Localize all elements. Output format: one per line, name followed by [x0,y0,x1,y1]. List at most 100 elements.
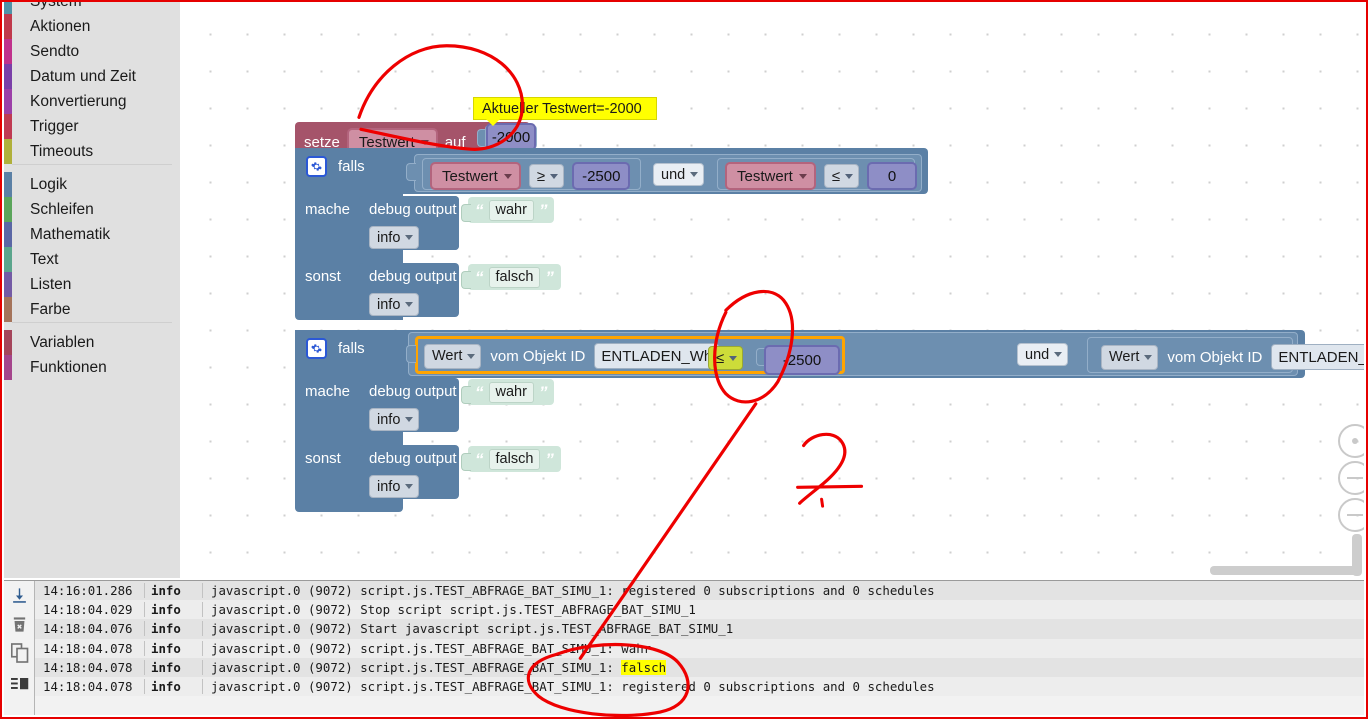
text-block-1-else[interactable]: “ falsch ” [468,264,561,290]
logic-operator-dropdown-1[interactable]: und [653,163,705,186]
toolbox-item-mathematik[interactable]: Mathematik [4,222,180,247]
operator-symbol: ≥ [536,167,546,185]
workspace-scrollbar-horizontal[interactable] [1210,566,1360,575]
copy-icon[interactable] [10,643,29,663]
debug-output-label-2-do: debug output [369,383,457,400]
text-block-2-do[interactable]: “ wahr ” [468,379,555,405]
toolbox-item-funktionen[interactable]: Funktionen [4,355,180,380]
quote-close-icon: ” [545,449,554,469]
object-id-field-left[interactable]: ENTLADEN_Wh [594,343,720,369]
severity-dropdown-2-do[interactable]: info [369,408,420,431]
blockly-toolbox[interactable]: System Aktionen Sendto Datum und Zeit Konver… [4,2,180,578]
getter-dropdown-left-2[interactable]: Wert [424,343,482,369]
chevron-down-icon [729,355,738,361]
toolbox-item-listen[interactable]: Listen [4,272,180,297]
chevron-down-icon [690,172,699,177]
compare-block-1-right[interactable]: Testwert ≤ 0 [717,158,918,190]
log-entry-row[interactable]: 14:18:04.029 info javascript.0 (9072) Stop… [35,600,1364,620]
toolbox-item-sendto[interactable]: Sendto [4,39,180,64]
operator-dropdown-left-2[interactable]: ≤ [708,346,744,370]
number-block-left[interactable]: -2500 [572,162,631,190]
falls-label-2: falls [338,340,365,357]
chevron-down-icon [405,302,414,307]
toolbox-category-color-swatch [4,64,12,89]
getter-label: Wert [1109,349,1140,365]
toolbox-item-system[interactable]: System [4,2,180,14]
compare-block-2-left[interactable]: Wert vom Objekt ID ENTLADEN_Wh ≤ -2500 [415,336,845,375]
logic-operator-dropdown-2[interactable]: und [1017,343,1069,366]
getter-dropdown-right-2[interactable]: Wert [1101,344,1159,370]
chevron-down-icon [845,173,854,179]
logic-operator-label: und [661,166,686,183]
text-block-1-do[interactable]: “ wahr ” [468,197,555,223]
log-entry-row[interactable]: 14:18:04.076 info javascript.0 (9072) Star… [35,619,1364,639]
toolbox-category-color-swatch [4,2,12,14]
number-block-right[interactable]: 0 [867,162,918,190]
block-comment-text: Aktueller Testwert=-2000 [482,100,642,117]
toolbox-item-farbe[interactable]: Farbe [4,297,180,322]
block-comment-bubble: Aktueller Testwert=-2000 [473,97,657,126]
log-entry-row[interactable]: 14:18:04.078 info javascript.0 (9072) scri… [35,676,1364,697]
list-view-icon[interactable] [11,676,29,693]
download-glyph [13,588,26,603]
toolbox-item-label: Sendto [30,42,80,60]
number-block-left-2[interactable]: -2500 [764,345,840,375]
text-value[interactable]: falsch [488,448,541,470]
toolbox-item-label: System [30,2,82,11]
compare-block-1-left[interactable]: Testwert ≥ -2500 [422,158,641,190]
toolbox-category-color-swatch [4,139,12,164]
toolbox-item-trigger[interactable]: Trigger [4,114,180,139]
toolbox-category-color-swatch [4,272,12,297]
severity-dropdown-1-do[interactable]: info [369,226,420,249]
toolbox-item-variablen[interactable]: Variablen [4,330,180,355]
chevron-down-icon [550,173,559,179]
toolbox-category-color-swatch [4,247,12,272]
zoom-in-button[interactable] [1338,461,1364,495]
severity-dropdown-2-else[interactable]: info [369,475,420,498]
logic-and-block-2[interactable]: Wert vom Objekt ID ENTLADEN_Wh ≤ -2500 u… [408,332,1364,376]
toolbox-item-aktionen[interactable]: Aktionen [4,14,180,39]
gear-icon[interactable] [306,156,327,177]
log-message: javascript.0 (9072) script.js.TEST_ABFRA… [211,659,667,675]
download-icon[interactable] [11,587,28,604]
toolbox-item-timeouts[interactable]: Timeouts [4,139,180,164]
number-block-value[interactable]: -2000 [486,123,536,151]
zoom-out-button[interactable] [1338,498,1364,532]
log-entry-row[interactable]: 14:18:04.078 info javascript.0 (9072) scri… [35,657,1364,677]
quote-open-icon: “ [475,200,484,220]
text-block-2-else[interactable]: “ falsch ” [468,446,561,472]
toolbox-item-konvertierung[interactable]: Konvertierung [4,89,180,114]
text-value[interactable]: wahr [488,381,534,403]
mache-label-2: mache [305,383,351,400]
gear-icon[interactable] [306,338,327,359]
toolbox-item-text[interactable]: Text [4,247,180,272]
operator-dropdown-left[interactable]: ≥ [528,164,565,188]
log-entry-row[interactable]: 14:18:04.078 info javascript.0 (9072) scri… [35,638,1364,658]
chevron-down-icon [405,235,414,240]
log-entry-row[interactable]: 14:16:01.286 info javascript.0 (9072) scri… [35,581,1364,601]
blockly-workspace-canvas[interactable]: Aktueller Testwert=-2000 setze Testwert … [180,2,1364,578]
zoom-center-button[interactable] [1338,424,1364,458]
text-value[interactable]: falsch [488,266,541,288]
set-value-socket: -2000 [485,123,537,151]
toolbox-item-schleifen[interactable]: Schleifen [4,197,180,222]
toolbox-category-color-swatch [4,14,12,39]
variable-dropdown-testwert-left[interactable]: Testwert [430,162,521,190]
toolbox-category-color-swatch [4,297,12,322]
severity-dropdown-1-else[interactable]: info [369,293,420,316]
vom-objekt-id-label-right: vom Objekt ID [1167,348,1263,366]
delete-trash-icon[interactable] [11,616,28,633]
quote-open-icon: “ [475,449,484,469]
toolbox-category-color-swatch [4,197,12,222]
operator-dropdown-right[interactable]: ≤ [823,164,860,188]
toolbox-item-logik[interactable]: Logik [4,172,180,197]
toolbox-category-color-swatch [4,39,12,64]
toolbox-item-label: Text [30,250,59,268]
logic-and-block-1[interactable]: Testwert ≥ -2500 und Testwert ≤ 0 [414,154,922,192]
log-entry-list[interactable]: 14:16:01.286 info javascript.0 (9072) scri… [35,581,1364,715]
toolbox-item-datum-und-zeit[interactable]: Datum und Zeit [4,64,180,89]
text-value[interactable]: wahr [488,199,534,221]
quote-close-icon: ” [538,382,548,402]
object-id-field-right[interactable]: ENTLADEN_W [1271,344,1364,370]
variable-dropdown-testwert-right[interactable]: Testwert [725,162,816,190]
